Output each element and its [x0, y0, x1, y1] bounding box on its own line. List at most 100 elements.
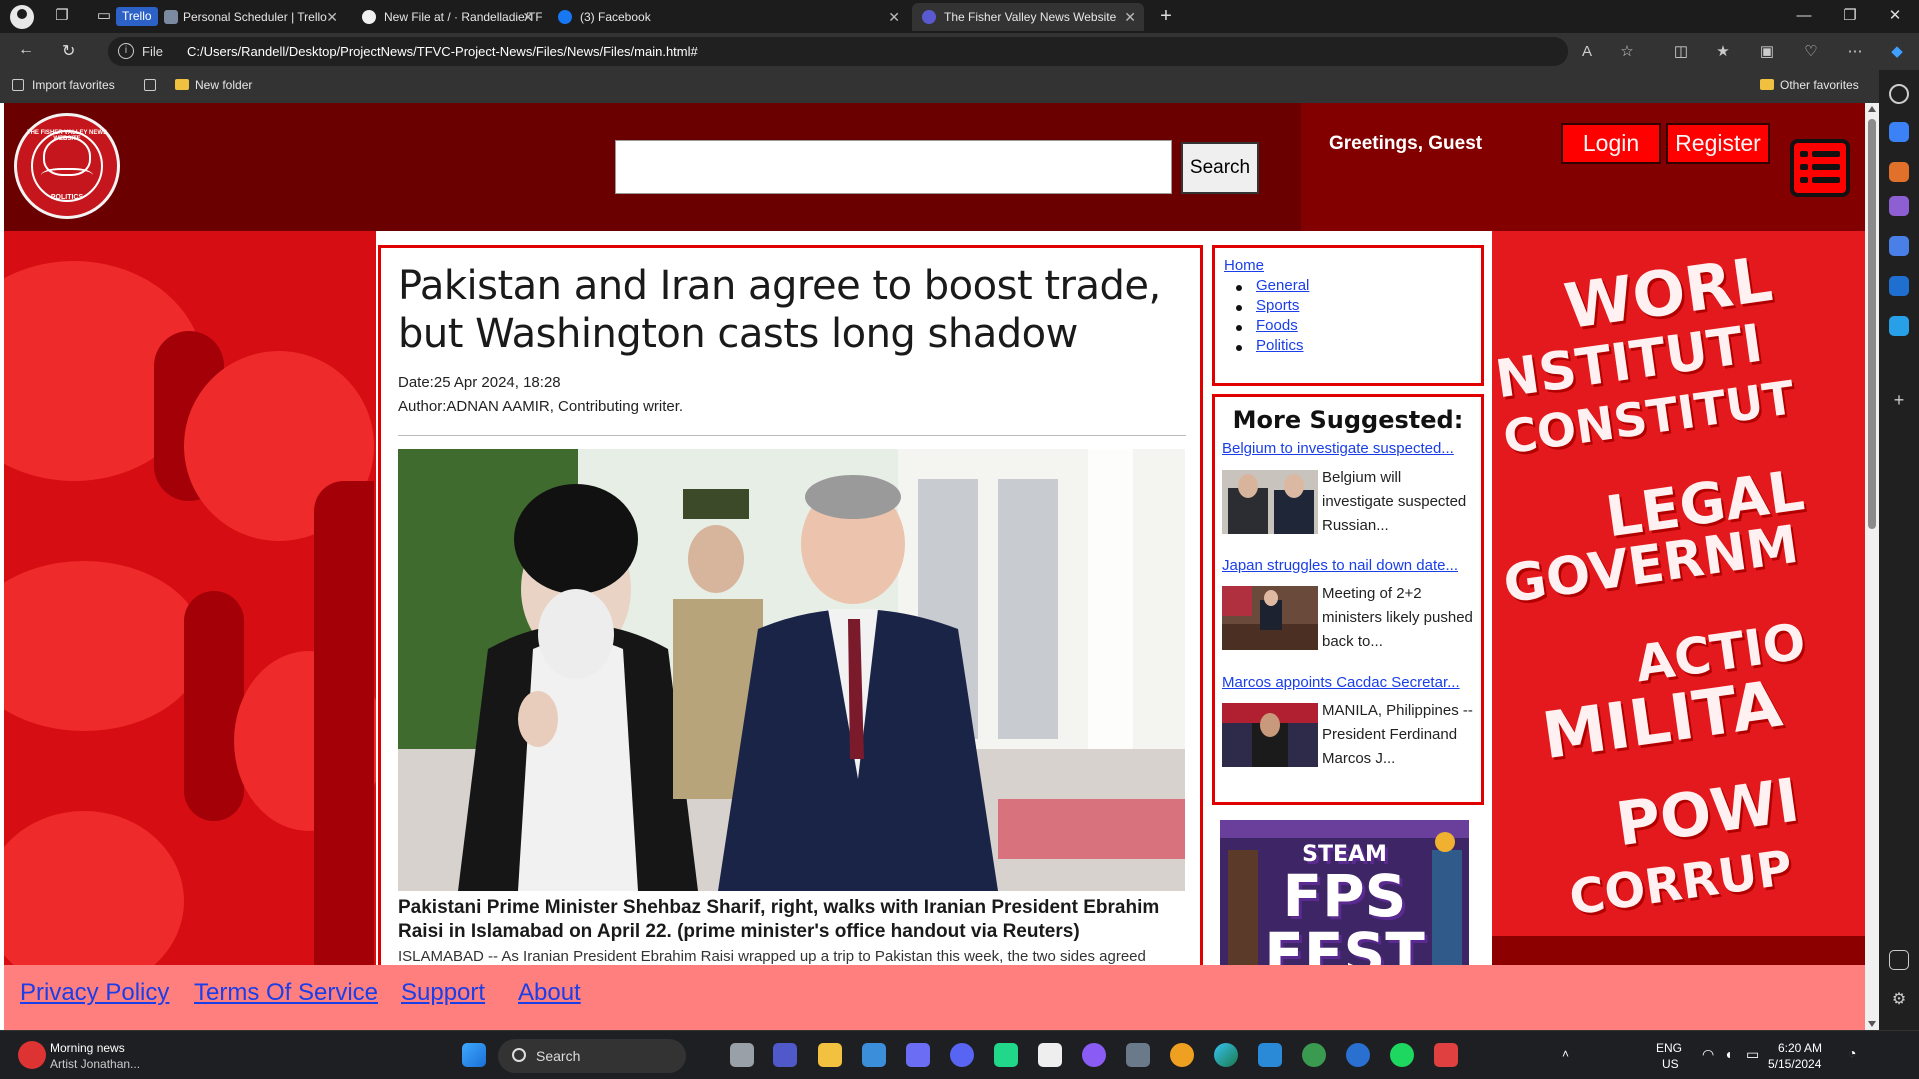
scroll-down-icon[interactable] — [1868, 1021, 1876, 1027]
close-window-icon[interactable]: ✕ — [1873, 4, 1917, 28]
browser-essentials-icon[interactable]: ♡ — [1798, 40, 1824, 64]
games-icon[interactable] — [1889, 196, 1909, 216]
support-link[interactable]: Support — [401, 979, 485, 1007]
shopping-icon[interactable] — [1889, 122, 1909, 142]
github-desktop-icon[interactable] — [1082, 1043, 1106, 1067]
news-widget-icon[interactable] — [18, 1041, 46, 1069]
discord-icon[interactable] — [950, 1043, 974, 1067]
news-subtitle: Artist Jonathan... — [50, 1057, 141, 1071]
other-favorites[interactable]: Other favorites — [1760, 78, 1859, 92]
restore-icon[interactable]: ❐ — [1828, 4, 1872, 28]
import-favorites[interactable]: Import favorites — [12, 78, 115, 92]
file-explorer-icon[interactable] — [818, 1043, 842, 1067]
wifi-icon[interactable]: ◠ — [1702, 1046, 1714, 1063]
favorites-icon[interactable]: ★ — [1710, 40, 1736, 64]
about-link[interactable]: About — [518, 979, 581, 1007]
read-aloud-icon[interactable]: A — [1574, 40, 1600, 64]
suggested-desc: Belgium will investigate suspected Russi… — [1322, 469, 1467, 534]
nav-sports[interactable]: Sports — [1256, 297, 1299, 314]
app-icon[interactable] — [1302, 1043, 1326, 1067]
tray-chevron-icon[interactable]: ˄ — [1562, 1047, 1569, 1061]
page-scrollbar[interactable] — [1865, 103, 1879, 1030]
microsoft365-icon[interactable] — [1889, 236, 1909, 256]
split-screen-icon[interactable]: ◫ — [1668, 40, 1694, 64]
settings-gear-icon[interactable]: ⚙ — [1889, 990, 1909, 1010]
article-date: Date:25 Apr 2024, 18:28 — [398, 374, 561, 391]
minimize-icon[interactable]: — — [1782, 4, 1826, 28]
new-tab-icon[interactable]: + — [1152, 4, 1180, 28]
page-icon[interactable] — [144, 78, 164, 92]
tab-facebook[interactable]: (3) Facebook ✕ — [548, 3, 908, 31]
scroll-thumb[interactable] — [1868, 119, 1876, 529]
suggested-thumbnail[interactable] — [1222, 703, 1318, 767]
store-icon[interactable] — [862, 1043, 886, 1067]
tab-github[interactable]: New File at / · Randelladie/TFVC ✕ — [352, 3, 542, 31]
notion-icon[interactable] — [1038, 1043, 1062, 1067]
tab-trello[interactable]: Trello Personal Scheduler | Trello ✕ — [116, 3, 346, 31]
nav-home[interactable]: Home — [1224, 257, 1264, 274]
clock-time[interactable]: 6:20 AM — [1778, 1041, 1822, 1055]
url-text[interactable]: C:/Users/Randell/Desktop/ProjectNews/TFV… — [187, 44, 698, 59]
nav-foods[interactable]: Foods — [1256, 317, 1298, 334]
more-menu-icon[interactable]: ⋯ — [1842, 40, 1868, 64]
edge-icon[interactable] — [1214, 1043, 1238, 1067]
task-view-icon[interactable] — [730, 1043, 754, 1067]
suggested-link[interactable]: Marcos appoints Cacdac Secretar... — [1222, 674, 1474, 691]
tab-actions-icon[interactable]: ▭ — [90, 4, 118, 28]
tools-icon[interactable] — [1889, 162, 1909, 182]
app-icon[interactable] — [1126, 1043, 1150, 1067]
close-tab-icon[interactable]: ✕ — [1124, 3, 1136, 31]
start-icon[interactable] — [462, 1043, 486, 1067]
nav-general[interactable]: General — [1256, 277, 1309, 294]
nav-politics[interactable]: Politics — [1256, 337, 1304, 354]
bullet — [1236, 325, 1242, 331]
back-icon[interactable]: ← — [18, 41, 34, 59]
close-tab-icon[interactable]: ✕ — [888, 3, 900, 31]
collections-icon[interactable]: ▣ — [1754, 40, 1780, 64]
battery-icon[interactable]: ▭ — [1746, 1046, 1759, 1063]
vscode-icon[interactable] — [1258, 1043, 1282, 1067]
news-title[interactable]: Morning news — [50, 1041, 125, 1055]
search-button[interactable]: Search — [1181, 142, 1259, 194]
login-button[interactable]: Login — [1561, 123, 1661, 164]
spotify-icon[interactable] — [1390, 1043, 1414, 1067]
terms-of-service-link[interactable]: Terms Of Service — [194, 979, 378, 1007]
add-sidebar-icon[interactable]: + — [1889, 390, 1909, 410]
tab-fisher-valley[interactable]: The Fisher Valley News Website ✕ — [912, 3, 1144, 31]
notification-icon[interactable]: ◔ — [1848, 1045, 1856, 1061]
app-icon[interactable] — [1170, 1043, 1194, 1067]
close-tab-icon[interactable]: ✕ — [326, 3, 338, 31]
outlook-icon[interactable] — [1889, 276, 1909, 296]
privacy-policy-link[interactable]: Privacy Policy — [20, 979, 169, 1007]
search-input[interactable] — [615, 140, 1172, 194]
close-tab-icon[interactable]: ✕ — [522, 3, 534, 31]
app-icon[interactable] — [1434, 1043, 1458, 1067]
menu-list-icon[interactable] — [1790, 139, 1850, 197]
suggested-thumbnail[interactable] — [1222, 586, 1318, 650]
profile-icon[interactable] — [10, 5, 34, 29]
language-label[interactable]: ENG — [1656, 1041, 1682, 1055]
site-logo[interactable]: THE FISHER VALLEY NEWS WEBSITE POLITICS — [14, 113, 120, 219]
info-icon[interactable]: i — [118, 43, 134, 59]
favorite-star-icon[interactable]: ☆ — [1614, 40, 1640, 64]
suggested-thumbnail[interactable] — [1222, 470, 1318, 534]
telegram-icon[interactable] — [1889, 316, 1909, 336]
register-button[interactable]: Register — [1666, 123, 1770, 164]
taskbar-search[interactable]: Search — [498, 1039, 686, 1073]
volume-icon[interactable]: ◖ — [1724, 1046, 1732, 1062]
address-bar[interactable]: i File C:/Users/Randell/Desktop/ProjectN… — [108, 37, 1568, 66]
refresh-icon[interactable]: ↻ — [62, 41, 75, 61]
copilot-icon[interactable]: ◆ — [1884, 40, 1910, 64]
teams-icon[interactable] — [773, 1043, 797, 1067]
search-icon[interactable] — [1889, 84, 1909, 104]
screenshot-icon[interactable] — [1889, 950, 1909, 970]
workspaces-icon[interactable]: ❐ — [48, 4, 76, 28]
app-icon[interactable] — [1346, 1043, 1370, 1067]
suggested-link[interactable]: Japan struggles to nail down date... — [1222, 557, 1474, 574]
pycharm-icon[interactable] — [994, 1043, 1018, 1067]
new-folder[interactable]: New folder — [175, 78, 252, 92]
folder-icon — [1760, 79, 1774, 90]
app-icon[interactable] — [906, 1043, 930, 1067]
suggested-link[interactable]: Belgium to investigate suspected... — [1222, 440, 1474, 457]
scroll-up-icon[interactable] — [1868, 106, 1876, 112]
